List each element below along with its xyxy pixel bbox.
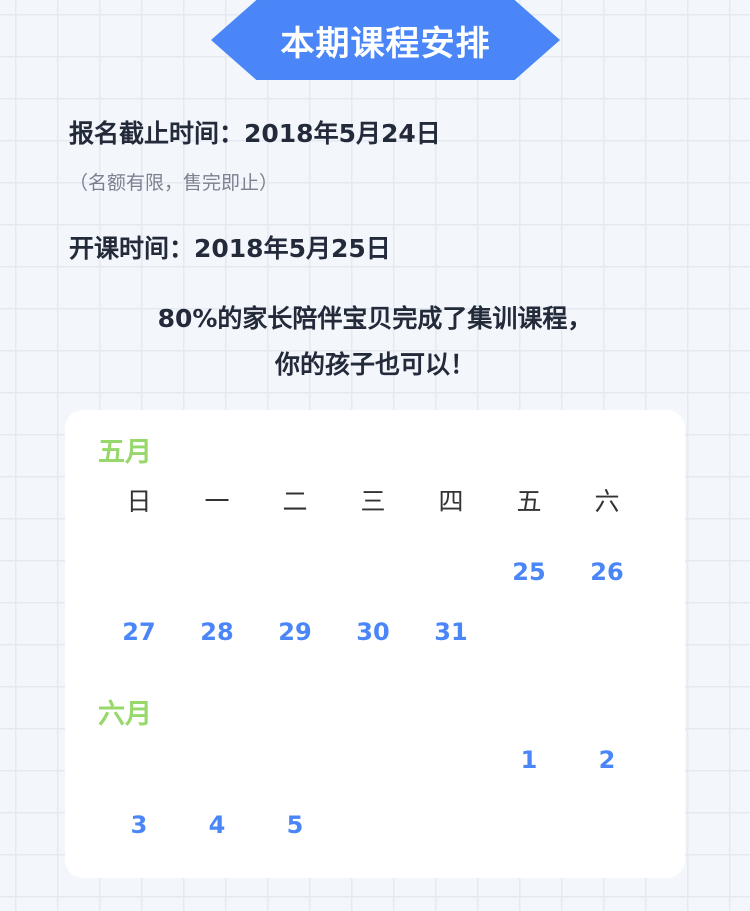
slogan-line-1: 80%的家长陪伴宝贝完成了集训课程， xyxy=(157,304,593,333)
weekday-header: 三 xyxy=(360,487,386,516)
calendar-date: 1 xyxy=(520,746,538,774)
calendar-date: 5 xyxy=(286,811,304,839)
section-banner: 本期课程安排 xyxy=(211,0,560,80)
weekday-header: 六 xyxy=(594,487,620,516)
quota-note: （名额有限，售完即止） xyxy=(69,172,279,194)
start-time-text: 开课时间：2018年5月25日 xyxy=(69,234,391,263)
month-label: 六月 xyxy=(98,699,152,730)
calendar-date: 31 xyxy=(434,618,468,646)
weekday-header: 五 xyxy=(516,487,542,516)
calendar-date: 27 xyxy=(122,618,156,646)
deadline-text: 报名截止时间：2018年5月24日 xyxy=(69,119,441,148)
weekday-header: 四 xyxy=(438,487,464,516)
calendar-date: 28 xyxy=(200,618,234,646)
banner-title: 本期课程安排 xyxy=(280,23,491,64)
weekday-header: 二 xyxy=(282,487,308,516)
calendar-date: 25 xyxy=(512,558,546,586)
calendar-date: 4 xyxy=(208,811,226,839)
slogan: 80%的家长陪伴宝贝完成了集训课程， 你的孩子也可以！ xyxy=(0,296,750,388)
month-label: 五月 xyxy=(98,437,152,468)
calendar-card: 日 一 二 三 四 五 六 五月 25 26 27 28 29 30 31 六月 1 2 3 4 5 xyxy=(65,410,685,878)
calendar-date: 30 xyxy=(356,618,390,646)
calendar-date: 26 xyxy=(590,558,624,586)
slogan-line-2: 你的孩子也可以！ xyxy=(274,350,475,379)
calendar-date: 2 xyxy=(598,746,616,774)
calendar-date: 29 xyxy=(278,618,312,646)
weekday-header: 一 xyxy=(204,487,230,516)
calendar-date: 3 xyxy=(130,811,148,839)
weekday-header: 日 xyxy=(126,487,152,516)
